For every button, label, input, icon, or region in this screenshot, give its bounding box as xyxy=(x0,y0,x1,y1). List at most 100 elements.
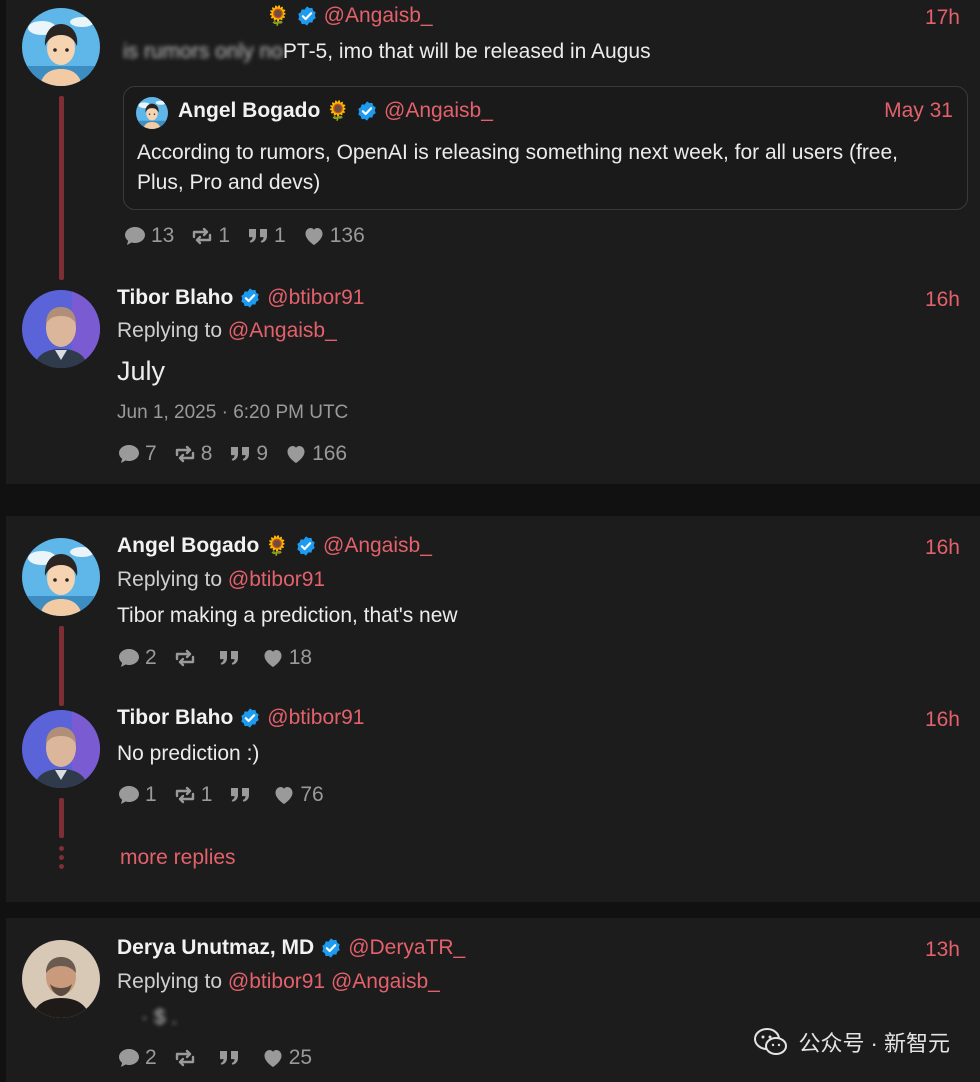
tweet-handle[interactable]: @Angaisb_ xyxy=(323,534,432,558)
more-replies-link[interactable]: more replies xyxy=(120,846,236,870)
quote-icon xyxy=(228,783,252,807)
retweet-button[interactable] xyxy=(173,1046,201,1070)
quote-icon xyxy=(228,442,252,466)
tweet-stats: 2 25 xyxy=(117,1046,328,1070)
quote-button[interactable]: 9 xyxy=(228,442,268,466)
tweet-text: No prediction :) xyxy=(117,742,260,765)
heart-icon xyxy=(261,646,285,670)
verified-badge-icon xyxy=(295,535,317,557)
thread-line xyxy=(59,96,64,280)
reply-button[interactable]: 2 xyxy=(117,1046,157,1070)
quoted-tweet[interactable]: Angel Bogado 🌻 @Angaisb_ May 31 Accordin… xyxy=(123,86,968,210)
tweet-time[interactable]: 16h xyxy=(925,708,960,732)
quote-author-name: Angel Bogado xyxy=(178,99,321,122)
quote-text-line-2: Plus, Pro and devs) xyxy=(137,171,321,194)
like-button[interactable]: 18 xyxy=(261,646,312,670)
sunflower-emoji: 🌻 xyxy=(266,5,290,27)
avatar-angel[interactable] xyxy=(22,8,100,86)
tweet-time[interactable]: 13h xyxy=(925,938,960,962)
replying-to: Replying to @btibor91 xyxy=(117,568,326,591)
tweet-time[interactable]: 17h xyxy=(925,6,960,30)
like-button[interactable]: 136 xyxy=(302,224,365,248)
blurred-text: is rumors only no xyxy=(123,40,283,63)
tweet-timestamp[interactable]: Jun 1, 2025 · 6:20 PM UTC xyxy=(117,402,348,424)
reply-button[interactable]: 7 xyxy=(117,442,157,466)
tweet-stats: 2 18 xyxy=(117,646,328,670)
watermark: 公众号 · 新智元 xyxy=(754,1026,950,1058)
tweet-author-name[interactable]: Angel Bogado xyxy=(117,534,259,558)
retweet-button[interactable]: 1 xyxy=(190,224,230,248)
thread-card-3: Derya Unutmaz, MD @DeryaTR_ 13h Replying… xyxy=(6,918,980,1082)
like-button[interactable]: 25 xyxy=(261,1046,312,1070)
reply-button[interactable]: 1 xyxy=(117,783,157,807)
tweet-text: is rumors only noPT-5, imo that will be … xyxy=(123,40,651,63)
heart-icon xyxy=(302,224,326,248)
reply-icon xyxy=(117,783,141,807)
tweet-handle[interactable]: @btibor91 xyxy=(267,286,364,310)
tweet-stats: 1 1 76 xyxy=(117,783,340,807)
replying-to: Replying to @btibor91 @Angaisb_ xyxy=(117,970,440,993)
quote-button[interactable] xyxy=(217,646,245,670)
like-button[interactable]: 76 xyxy=(272,783,324,807)
reply-icon xyxy=(117,442,141,466)
quote-button[interactable]: 1 xyxy=(246,224,286,248)
tweet-text: Tibor making a prediction, that's new xyxy=(117,604,458,627)
wechat-icon xyxy=(754,1028,788,1055)
heart-icon xyxy=(284,442,308,466)
avatar-tibor[interactable] xyxy=(22,290,100,368)
retweet-icon xyxy=(173,442,197,466)
heart-icon xyxy=(261,1046,285,1070)
replying-to: Replying to @Angaisb_ xyxy=(117,319,337,342)
reply-button[interactable]: 2 xyxy=(117,646,157,670)
sunflower-emoji: 🌻 xyxy=(265,535,289,557)
retweet-icon xyxy=(173,646,197,670)
quote-date: May 31 xyxy=(884,99,953,122)
reply-icon xyxy=(117,1046,141,1070)
retweet-icon xyxy=(190,224,214,248)
quote-button[interactable] xyxy=(217,1046,245,1070)
quote-avatar xyxy=(136,97,168,129)
verified-badge-icon xyxy=(239,287,261,309)
thread-dots xyxy=(59,846,64,869)
tweet-stats: 7 8 9 166 xyxy=(117,442,363,466)
verified-badge-icon xyxy=(320,937,342,959)
reply-icon xyxy=(117,646,141,670)
tweet-time[interactable]: 16h xyxy=(925,288,960,312)
retweet-icon xyxy=(173,1046,197,1070)
like-button[interactable]: 166 xyxy=(284,442,347,466)
quote-icon xyxy=(246,224,270,248)
thread-line xyxy=(59,798,64,838)
tweet-stats: 13 1 1 136 xyxy=(123,224,381,248)
tweet-handle[interactable]: @btibor91 xyxy=(267,706,364,730)
tweet-handle[interactable]: @Angaisb_ xyxy=(324,4,433,28)
sunflower-emoji: 🌻 xyxy=(326,100,350,122)
tweet-author-name[interactable]: Tibor Blaho xyxy=(117,286,233,310)
verified-badge-icon xyxy=(239,707,261,729)
quote-button[interactable] xyxy=(228,783,256,807)
tweet-author-name[interactable]: Derya Unutmaz, MD xyxy=(117,936,314,960)
retweet-button[interactable]: 1 xyxy=(173,783,212,807)
thread-card-1: 🌻 @Angaisb_ 17h is rumors only noPT-5, i… xyxy=(6,0,980,484)
thread-line xyxy=(59,626,64,706)
quote-text-line-1: According to rumors, OpenAI is releasing… xyxy=(137,141,899,164)
reply-button[interactable]: 13 xyxy=(123,224,174,248)
verified-badge-icon xyxy=(356,100,378,122)
tweet-text-blurred: · $ . xyxy=(141,1006,178,1029)
avatar-derya[interactable] xyxy=(22,940,100,1018)
avatar-angel[interactable] xyxy=(22,538,100,616)
quote-icon xyxy=(217,1046,241,1070)
retweet-button[interactable] xyxy=(173,646,201,670)
tweet-handle[interactable]: @DeryaTR_ xyxy=(348,936,465,960)
heart-icon xyxy=(272,783,296,807)
retweet-icon xyxy=(173,783,197,807)
tweet-author-name[interactable]: Tibor Blaho xyxy=(117,706,233,730)
quote-icon xyxy=(217,646,241,670)
avatar-tibor[interactable] xyxy=(22,710,100,788)
tweet-time[interactable]: 16h xyxy=(925,536,960,560)
tweet-text: July xyxy=(117,356,166,386)
retweet-button[interactable]: 8 xyxy=(173,442,212,466)
verified-badge-icon xyxy=(296,5,318,27)
quote-author-handle: @Angaisb_ xyxy=(384,99,493,122)
thread-card-2: Angel Bogado 🌻 @Angaisb_ 16h Replying to… xyxy=(6,516,980,902)
reply-icon xyxy=(123,224,147,248)
